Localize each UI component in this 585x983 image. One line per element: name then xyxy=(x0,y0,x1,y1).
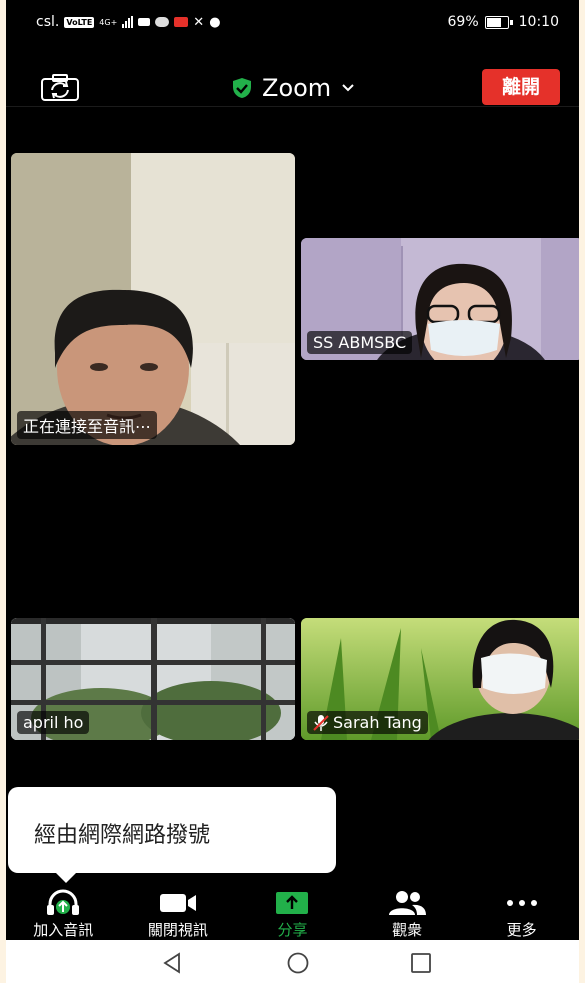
wechat-icon xyxy=(155,17,170,27)
toolbar-label: 加入音訊 xyxy=(33,921,94,939)
app-icon: ✕ xyxy=(193,14,205,30)
more-button[interactable]: 更多 xyxy=(464,884,579,940)
participant-name-tag: Sarah Tang xyxy=(307,711,428,734)
headphones-icon xyxy=(47,889,80,915)
microphone-muted-icon xyxy=(313,714,329,731)
participants-button[interactable]: 觀衆 xyxy=(350,884,465,940)
recent-apps-icon[interactable] xyxy=(410,952,432,974)
toolbar-label: 關閉視訊 xyxy=(147,921,208,939)
meeting-title-label: Zoom xyxy=(262,74,332,102)
participant-name: 正在連接至音訊⋯ xyxy=(23,417,152,436)
back-icon[interactable] xyxy=(162,952,182,974)
toolbar-label: 更多 xyxy=(506,921,537,939)
home-icon[interactable] xyxy=(286,952,310,974)
carrier-label: csl. xyxy=(36,14,60,30)
battery-icon xyxy=(484,15,513,29)
share-button[interactable]: 分享 xyxy=(235,884,350,940)
leave-button[interactable]: 離開 xyxy=(482,69,560,105)
participant-name-tag: 正在連接至音訊⋯ xyxy=(17,411,158,439)
video-tile[interactable]: 正在連接至音訊⋯ xyxy=(11,153,295,445)
video-camera-icon xyxy=(159,893,196,912)
facebook-icon: ● xyxy=(209,14,221,30)
join-audio-button[interactable]: 加入音訊 xyxy=(6,884,121,940)
battery-percent: 69% xyxy=(447,14,479,30)
participant-name-tag: SS ABMSBC xyxy=(307,331,413,354)
switch-camera-icon[interactable] xyxy=(40,74,80,102)
participant-name: SS ABMSBC xyxy=(313,333,407,352)
system-navigation-bar xyxy=(6,940,579,983)
more-icon xyxy=(506,899,537,906)
participant-name: april ho xyxy=(23,713,84,732)
toolbar-label: 分享 xyxy=(277,921,308,939)
video-feed-image xyxy=(11,153,295,445)
meeting-top-bar: Zoom 離開 xyxy=(6,60,579,106)
clock: 10:10 xyxy=(518,14,559,30)
video-tile[interactable]: Sarah Tang xyxy=(301,618,579,740)
participant-name-tag: april ho xyxy=(17,711,90,734)
notification-icon xyxy=(174,17,189,27)
video-tile[interactable]: april ho xyxy=(11,618,295,740)
network-label: 4G+ xyxy=(99,17,118,27)
video-tile[interactable]: SS ABMSBC xyxy=(301,238,579,360)
participant-name: Sarah Tang xyxy=(333,713,422,732)
tooltip-text: 經由網際網路撥號 xyxy=(34,823,211,848)
volte-badge: VoLTE xyxy=(64,16,95,28)
signal-icon xyxy=(122,16,134,28)
top-divider xyxy=(6,106,579,107)
shield-check-icon xyxy=(233,78,251,98)
stop-video-button[interactable]: 關閉視訊 xyxy=(121,884,236,940)
share-screen-icon xyxy=(276,891,309,914)
meeting-title[interactable]: Zoom xyxy=(232,74,355,102)
status-bar: csl. VoLTE 4G+ ✕ ● 69% 10:10 xyxy=(6,0,579,48)
video-app-icon xyxy=(138,18,151,26)
participants-icon xyxy=(389,890,427,915)
toolbar-label: 觀衆 xyxy=(392,921,423,939)
meeting-toolbar: 加入音訊 關閉視訊 分享 觀衆 更多 xyxy=(6,884,579,940)
chevron-down-icon xyxy=(342,84,354,92)
dial-in-tooltip[interactable]: 經由網際網路撥號 xyxy=(8,787,336,883)
zoom-meeting-screen: csl. VoLTE 4G+ ✕ ● 69% 10:10 Zoom 離開 正在連… xyxy=(6,0,579,983)
